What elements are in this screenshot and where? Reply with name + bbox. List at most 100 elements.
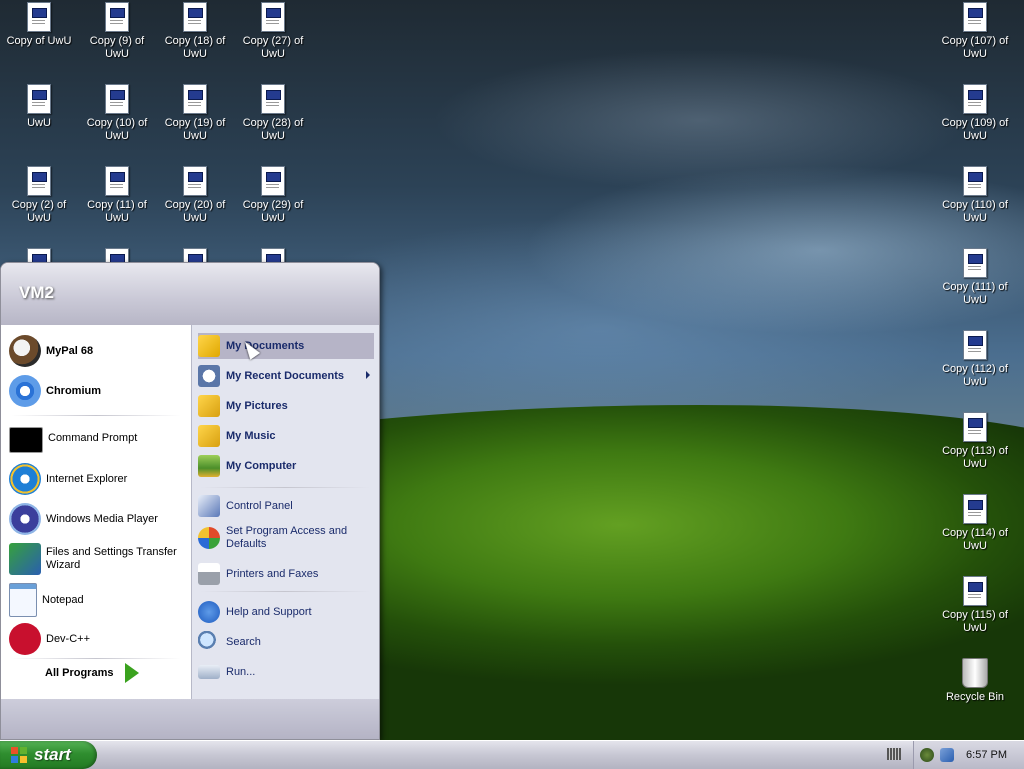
document-icon xyxy=(105,84,129,114)
recent-item-ie[interactable]: Internet Explorer xyxy=(9,463,127,495)
keyboard-icon[interactable] xyxy=(887,748,901,760)
transfer-wizard-icon xyxy=(9,543,41,575)
desktop-icon[interactable]: Copy (114) of UwU xyxy=(936,494,1014,553)
places-item-my-computer[interactable]: My Computer xyxy=(198,453,374,479)
start-menu-footer xyxy=(1,699,379,739)
desktop-icon-label: Copy (27) of UwU xyxy=(242,35,304,60)
recent-item-label: Notepad xyxy=(42,593,84,606)
desktop-icon-label: Copy (10) of UwU xyxy=(86,117,148,142)
notepad-icon xyxy=(9,583,37,617)
clock[interactable]: 6:57 PM xyxy=(966,749,1007,761)
pinned-item-mypal[interactable]: MyPal 68 xyxy=(9,335,93,367)
places-item-my-music[interactable]: My Music xyxy=(198,423,374,449)
desktop-icon[interactable]: Copy (113) of UwU xyxy=(936,412,1014,471)
all-programs-button[interactable]: All Programs xyxy=(45,663,140,683)
document-icon xyxy=(27,2,51,32)
start-menu-programs: MyPal 68 Chromium Command Prompt Interne… xyxy=(1,325,191,699)
start-button[interactable]: start xyxy=(0,741,97,769)
desktop-icon[interactable]: Copy (110) of UwU xyxy=(936,166,1014,225)
divider xyxy=(11,658,181,659)
recent-item-wmp[interactable]: Windows Media Player xyxy=(9,503,158,535)
divider xyxy=(11,415,181,416)
desktop-icon[interactable]: Copy (9) of UwU xyxy=(78,2,156,61)
desktop-icon[interactable]: Copy (111) of UwU xyxy=(936,248,1014,307)
desktop-icon[interactable]: Copy (29) of UwU xyxy=(234,166,312,225)
desktop-icon-label: Copy (9) of UwU xyxy=(89,35,145,60)
document-icon xyxy=(963,2,987,32)
desktop-icon[interactable]: Copy (115) of UwU xyxy=(936,576,1014,635)
desktop-icon-label: Copy (114) of UwU xyxy=(942,527,1008,552)
my-music-icon xyxy=(198,425,220,447)
places-item-label: My Recent Documents xyxy=(226,370,344,382)
document-icon xyxy=(27,84,51,114)
printer-icon xyxy=(198,563,220,585)
system-item-printers[interactable]: Printers and Faxes xyxy=(198,561,374,587)
desktop-icon[interactable]: Copy (20) of UwU xyxy=(156,166,234,225)
help-item-run[interactable]: Run... xyxy=(198,659,374,685)
recent-item-label: Command Prompt xyxy=(48,431,138,444)
desktop-icon-label: Copy (18) of UwU xyxy=(164,35,226,60)
desktop-icon[interactable]: Copy of UwU xyxy=(0,2,78,48)
places-item-label: My Documents xyxy=(226,340,305,352)
mypal-icon xyxy=(9,335,41,367)
desktop-icon-label: Copy (20) of UwU xyxy=(164,199,226,224)
recent-item-notepad[interactable]: Notepad xyxy=(9,583,84,617)
recent-item-label: Windows Media Player xyxy=(46,512,158,525)
help-item-search[interactable]: Search xyxy=(198,629,374,655)
network-icon[interactable] xyxy=(940,748,954,762)
all-programs-label: All Programs xyxy=(45,667,114,679)
document-icon xyxy=(183,166,207,196)
desktop-icon[interactable]: UwU xyxy=(0,84,78,130)
desktop-icon-label: Copy (115) of UwU xyxy=(942,609,1008,634)
system-item-label: Control Panel xyxy=(226,500,293,512)
desktop-icon[interactable]: Copy (27) of UwU xyxy=(234,2,312,61)
recent-item-transfer-wizard[interactable]: Files and Settings Transfer Wizard xyxy=(9,543,179,575)
desktop-icon[interactable]: Copy (11) of UwU xyxy=(78,166,156,225)
divider xyxy=(200,487,370,488)
program-access-icon xyxy=(198,527,220,549)
divider xyxy=(200,591,370,592)
pinned-item-chromium[interactable]: Chromium xyxy=(9,375,101,407)
recycle-bin[interactable]: Recycle Bin xyxy=(936,658,1014,704)
document-icon xyxy=(27,166,51,196)
desktop-icon-label: Copy (11) of UwU xyxy=(87,199,147,224)
start-menu-header: VM2 xyxy=(1,263,379,326)
recent-item-devcpp[interactable]: Dev-C++ xyxy=(9,623,90,655)
security-center-icon[interactable] xyxy=(920,748,934,762)
document-icon xyxy=(963,576,987,606)
desktop-icon-label: Copy (112) of UwU xyxy=(942,363,1008,388)
document-icon xyxy=(261,2,285,32)
start-menu: VM2 MyPal 68 Chromium Command Prompt Int… xyxy=(0,262,380,740)
places-item-recent-documents[interactable]: My Recent Documents xyxy=(198,363,374,389)
places-item-my-documents[interactable]: My Documents xyxy=(198,333,374,359)
desktop-icon[interactable]: Copy (112) of UwU xyxy=(936,330,1014,389)
search-icon xyxy=(198,631,220,653)
desktop-icon[interactable]: Copy (109) of UwU xyxy=(936,84,1014,143)
desktop-icon[interactable]: Copy (10) of UwU xyxy=(78,84,156,143)
recent-item-label: Dev-C++ xyxy=(46,632,91,645)
system-item-label: Printers and Faxes xyxy=(226,568,319,580)
desktop-icon[interactable]: Copy (107) of UwU xyxy=(936,2,1014,61)
system-item-program-access[interactable]: Set Program Access and Defaults xyxy=(198,521,374,555)
system-item-control-panel[interactable]: Control Panel xyxy=(198,493,374,519)
recent-item-cmd[interactable]: Command Prompt xyxy=(9,423,137,453)
pinned-item-label: MyPal 68 xyxy=(46,344,94,357)
system-tray: 6:57 PM xyxy=(913,741,1024,769)
desktop-icon-label: Recycle Bin xyxy=(945,691,1005,703)
desktop-icon-label: UwU xyxy=(27,117,51,129)
document-icon xyxy=(963,330,987,360)
desktop-icon[interactable]: Copy (19) of UwU xyxy=(156,84,234,143)
document-icon xyxy=(261,84,285,114)
windows-logo-icon xyxy=(11,747,27,763)
desktop-icon[interactable]: Copy (2) of UwU xyxy=(0,166,78,225)
desktop-icon[interactable]: Copy (28) of UwU xyxy=(234,84,312,143)
run-icon xyxy=(198,665,220,679)
taskbar: start 6:57 PM xyxy=(0,740,1024,769)
desktop-icon-label: Copy (110) of UwU xyxy=(942,199,1008,224)
desktop-icon-label: Copy (113) of UwU xyxy=(942,445,1008,470)
submenu-arrow-icon xyxy=(366,371,370,379)
wmp-icon xyxy=(9,503,41,535)
help-item-help-support[interactable]: Help and Support xyxy=(198,599,374,625)
places-item-my-pictures[interactable]: My Pictures xyxy=(198,393,374,419)
desktop-icon[interactable]: Copy (18) of UwU xyxy=(156,2,234,61)
